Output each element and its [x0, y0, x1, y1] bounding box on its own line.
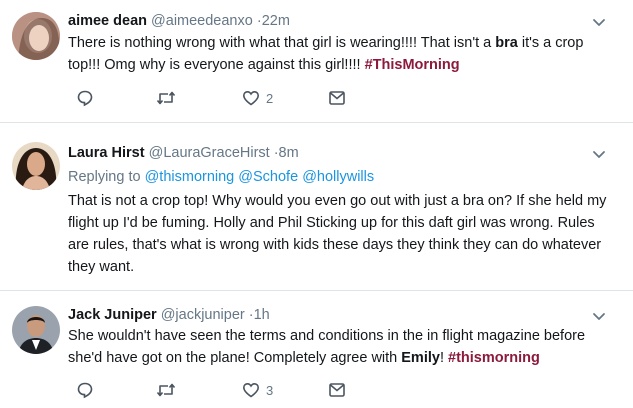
- tweet-header: Jack Juniper @jackjuniper ·1h: [68, 306, 270, 324]
- tweet-time[interactable]: ·22m: [257, 13, 290, 29]
- chevron-down-icon[interactable]: [591, 308, 607, 324]
- author-handle[interactable]: @aimeedeanxo: [151, 13, 253, 29]
- tweet-divider: [0, 290, 633, 291]
- mention-link[interactable]: @thismorning: [145, 169, 235, 185]
- user-avatar-icon: [12, 306, 60, 354]
- reply-icon: [77, 382, 93, 399]
- like-count: 2: [266, 90, 274, 106]
- chevron-down-icon[interactable]: [591, 14, 607, 30]
- direct-message-button[interactable]: [328, 88, 346, 108]
- reply-icon: [77, 90, 93, 107]
- like-icon: [242, 90, 260, 106]
- tweet-header: Laura Hirst @LauraGraceHirst ·8m: [68, 144, 299, 162]
- retweet-button[interactable]: [156, 380, 176, 400]
- retweet-icon: [156, 91, 176, 105]
- like-count: 3: [266, 382, 274, 398]
- reply-button[interactable]: [76, 88, 94, 108]
- tweet-header: aimee dean @aimeedeanxo ·22m: [68, 12, 290, 30]
- tweet-text: That is not a crop top! Why would you ev…: [68, 193, 607, 275]
- tweet-divider: [0, 122, 633, 123]
- author-handle[interactable]: @LauraGraceHirst: [149, 145, 270, 161]
- direct-message-icon: [329, 91, 345, 105]
- tweet-aimee-dean[interactable]: aimee dean @aimeedeanxo ·22m There is no…: [0, 0, 633, 120]
- author-name[interactable]: aimee dean: [68, 13, 147, 29]
- retweet-button[interactable]: [156, 88, 176, 108]
- tweet-text: There is nothing wrong with what that gi…: [68, 35, 584, 73]
- like-button[interactable]: 2: [242, 88, 273, 108]
- avatar[interactable]: [12, 142, 60, 190]
- replying-to: Replying to @thismorning @Schofe @hollyw…: [68, 169, 375, 185]
- like-icon: [242, 382, 260, 398]
- user-avatar-icon: [12, 12, 60, 60]
- mention-link[interactable]: @Schofe: [238, 169, 298, 185]
- like-button[interactable]: 3: [242, 380, 273, 400]
- tweet-jack-juniper[interactable]: Jack Juniper @jackjuniper ·1h She wouldn…: [0, 294, 633, 408]
- tweet-text: She wouldn't have seen the terms and con…: [68, 328, 586, 366]
- retweet-icon: [156, 383, 176, 397]
- author-handle[interactable]: @jackjuniper: [161, 307, 245, 323]
- user-avatar-icon: [12, 142, 60, 190]
- avatar[interactable]: [12, 306, 60, 354]
- avatar[interactable]: [12, 12, 60, 60]
- chevron-down-icon[interactable]: [591, 146, 607, 162]
- direct-message-icon: [329, 383, 345, 397]
- mention-link[interactable]: @hollywills: [302, 169, 374, 185]
- tweet-time[interactable]: ·8m: [274, 145, 299, 161]
- tweet-laura-hirst[interactable]: Laura Hirst @LauraGraceHirst ·8m Replyin…: [0, 128, 633, 288]
- tweet-time[interactable]: ·1h: [249, 307, 270, 323]
- reply-button[interactable]: [76, 380, 94, 400]
- author-name[interactable]: Jack Juniper: [68, 307, 157, 323]
- hashtag-link[interactable]: #ThisMorning: [365, 57, 460, 73]
- hashtag-link[interactable]: #thismorning: [448, 350, 540, 366]
- direct-message-button[interactable]: [328, 380, 346, 400]
- author-name[interactable]: Laura Hirst: [68, 145, 145, 161]
